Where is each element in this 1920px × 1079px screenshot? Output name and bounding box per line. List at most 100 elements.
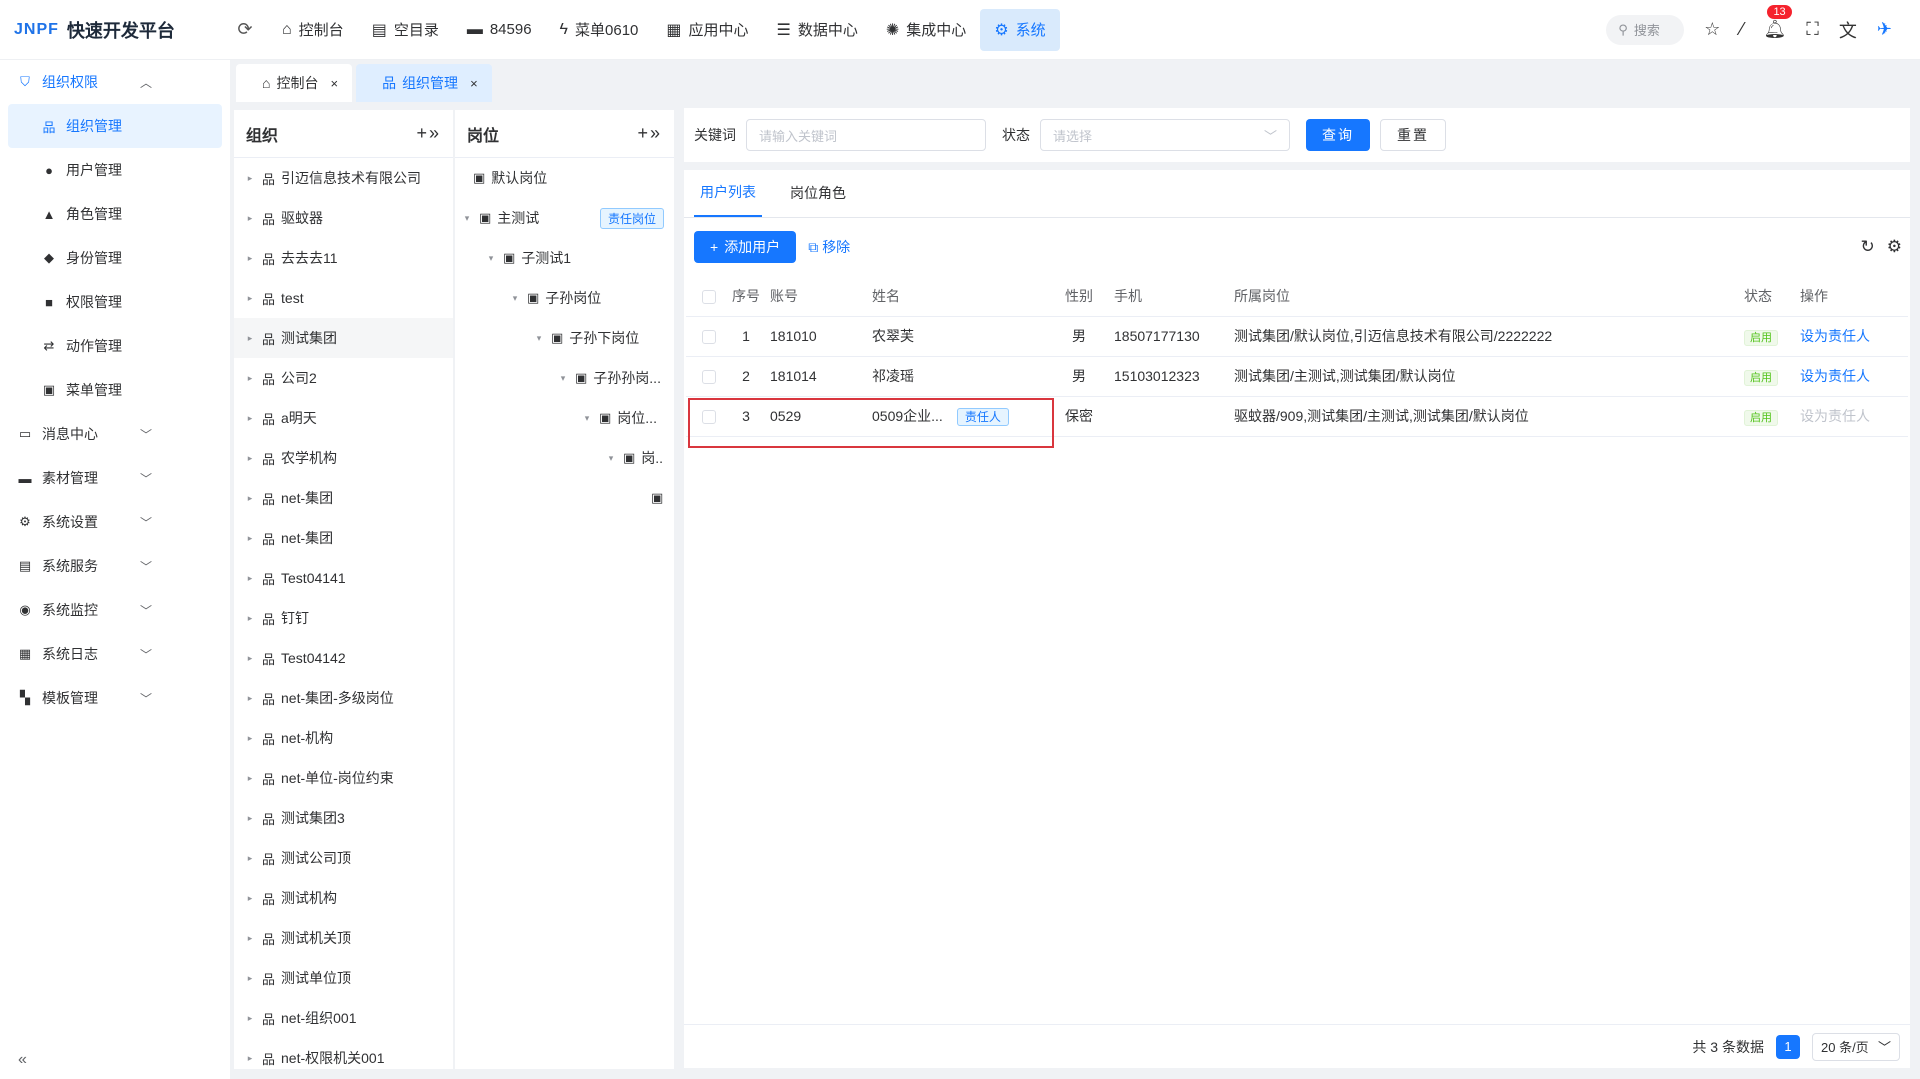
sidebar-item-action-manage[interactable]: ⇄ 动作管理 bbox=[0, 324, 230, 368]
org-tree-item[interactable]: ▸ 品钉钉 bbox=[234, 598, 453, 638]
org-tree-item[interactable]: ▸ 品公司2 bbox=[234, 358, 453, 398]
org-tree-item[interactable]: ▸ 品测试集团 bbox=[234, 318, 453, 358]
app-logo[interactable]: JNPF 快速开发平台 bbox=[0, 17, 230, 43]
sidebar-group-material[interactable]: ▬ 素材管理 ﹀ bbox=[0, 456, 230, 500]
org-tree-item[interactable]: ▸ 品农学机构 bbox=[234, 438, 453, 478]
caret-right-icon[interactable]: ▸ bbox=[244, 493, 256, 504]
row-checkbox[interactable] bbox=[702, 410, 716, 425]
page-tab-org-manage[interactable]: 品组织管理 × bbox=[356, 64, 492, 102]
caret-right-icon[interactable]: ▸ bbox=[244, 1053, 256, 1064]
sidebar-item-user-manage[interactable]: ● 用户管理 bbox=[0, 148, 230, 192]
avatar[interactable]: ✈ bbox=[1877, 19, 1892, 40]
caret-right-icon[interactable]: ▸ bbox=[244, 973, 256, 984]
expand-icon[interactable]: » bbox=[650, 123, 662, 143]
caret-right-icon[interactable]: ▸ bbox=[244, 413, 256, 424]
sidebar-item-permission-manage[interactable]: ■ 权限管理 bbox=[0, 280, 230, 324]
caret-right-icon[interactable]: ▸ bbox=[244, 653, 256, 664]
org-tree-item[interactable]: ▸ 品去去去11 bbox=[234, 238, 453, 278]
sidebar-group-system-service[interactable]: ▤ 系统服务 ﹀ bbox=[0, 544, 230, 588]
nav-item-84596[interactable]: ▬ 84596 bbox=[453, 9, 546, 51]
sidebar-item-org-manage[interactable]: 品组织管理 bbox=[8, 104, 222, 148]
org-tree-item[interactable]: ▸ 品测试单位顶 bbox=[234, 958, 453, 998]
sidebar-group-template[interactable]: ▚ 模板管理 ﹀ bbox=[0, 676, 230, 720]
nav-item-integration[interactable]: ✺ 集成中心 bbox=[872, 9, 980, 51]
caret-down-icon[interactable]: ▾ bbox=[581, 413, 593, 424]
sidebar-group-org-permission[interactable]: ⛉ 组织权限 ︿ bbox=[0, 60, 230, 104]
caret-right-icon[interactable]: ▸ bbox=[244, 933, 256, 944]
caret-right-icon[interactable]: ▸ bbox=[244, 893, 256, 904]
caret-down-icon[interactable]: ▾ bbox=[509, 293, 521, 304]
caret-right-icon[interactable]: ▸ bbox=[244, 373, 256, 384]
nav-item-console[interactable]: ⌂ 控制台 bbox=[268, 9, 358, 51]
org-tree-item[interactable]: ▸ 品 net-集团 bbox=[234, 518, 453, 558]
org-tree-item[interactable]: ▸ 品 net-单位-岗位约束 bbox=[234, 758, 453, 798]
collapse-sidebar-icon[interactable]: « bbox=[18, 1051, 27, 1069]
settings-icon[interactable]: ⚙ bbox=[1887, 237, 1902, 257]
bell-icon[interactable]: 🔔︎ 13 bbox=[1763, 5, 1792, 40]
caret-right-icon[interactable]: ▸ bbox=[244, 613, 256, 624]
caret-right-icon[interactable]: ▸ bbox=[244, 213, 256, 224]
expand-icon[interactable]: » bbox=[429, 123, 441, 143]
sidebar-group-system-log[interactable]: ▦ 系统日志 ﹀ bbox=[0, 632, 230, 676]
caret-right-icon[interactable]: ▸ bbox=[244, 813, 256, 824]
caret-right-icon[interactable]: ▸ bbox=[244, 453, 256, 464]
caret-down-icon[interactable]: ▾ bbox=[557, 373, 569, 384]
sidebar-group-system-settings[interactable]: ⚙ 系统设置 ﹀ bbox=[0, 500, 230, 544]
caret-right-icon[interactable]: ▸ bbox=[244, 733, 256, 744]
sidebar-item-menu-manage[interactable]: ▣ 菜单管理 bbox=[0, 368, 230, 412]
plus-icon[interactable]: + bbox=[416, 123, 429, 143]
org-tree-item[interactable]: ▸ 品测试公司顶 bbox=[234, 838, 453, 878]
org-tree-item[interactable]: ▸ 品 net-组织001 bbox=[234, 998, 453, 1038]
remove-button[interactable]: ⧉ 移除 bbox=[808, 237, 850, 257]
org-tree-item[interactable]: ▸ 品 Test04142 bbox=[234, 638, 453, 678]
refresh-icon[interactable]: ⟳ bbox=[230, 19, 260, 40]
org-tree-item[interactable]: ▸ 品测试集团3 bbox=[234, 798, 453, 838]
caret-right-icon[interactable]: ▸ bbox=[244, 773, 256, 784]
caret-right-icon[interactable]: ▸ bbox=[244, 1013, 256, 1024]
page-number-button[interactable]: 1 bbox=[1776, 1034, 1800, 1059]
position-tree-item[interactable]: ▣ bbox=[455, 478, 674, 518]
position-tree-item[interactable]: ▾ ▣ 主测试 责任岗位 bbox=[455, 198, 674, 238]
nav-item-data-center[interactable]: ☰ 数据中心 bbox=[763, 9, 872, 51]
sidebar-item-identity-manage[interactable]: ◆ 身份管理 bbox=[0, 236, 230, 280]
tab-user-list[interactable]: 用户列表 bbox=[694, 169, 762, 217]
plus-icon[interactable]: + bbox=[637, 123, 650, 143]
caret-down-icon[interactable]: ▾ bbox=[533, 333, 545, 344]
set-responsible-link[interactable]: 设为责任人 bbox=[1800, 328, 1870, 344]
add-user-button[interactable]: + 添加用户 bbox=[694, 231, 797, 263]
position-tree-item[interactable]: ▾ ▣ 子孙岗位 bbox=[455, 278, 674, 318]
caret-right-icon[interactable]: ▸ bbox=[244, 293, 256, 304]
caret-right-icon[interactable]: ▸ bbox=[244, 693, 256, 704]
sidebar-item-role-manage[interactable]: ▲ 角色管理 bbox=[0, 192, 230, 236]
org-tree-item[interactable]: ▸ 品测试机构 bbox=[234, 878, 453, 918]
caret-right-icon[interactable]: ▸ bbox=[244, 853, 256, 864]
position-tree-item[interactable]: ▾ ▣ 子孙下岗位 bbox=[455, 318, 674, 358]
close-icon[interactable]: × bbox=[470, 76, 478, 91]
star-icon[interactable]: ☆ bbox=[1704, 19, 1720, 40]
caret-right-icon[interactable]: ▸ bbox=[244, 173, 256, 184]
nav-item-system[interactable]: ⚙ 系统 bbox=[980, 8, 1060, 51]
query-button[interactable]: 查询 bbox=[1306, 119, 1370, 151]
fullscreen-icon[interactable]: ⛶ bbox=[1806, 19, 1819, 40]
position-tree-item[interactable]: ▾ ▣ 子测试1 bbox=[455, 238, 674, 278]
nav-item-app-center[interactable]: ▦ 应用中心 bbox=[652, 9, 762, 51]
position-tree-item[interactable]: ▾ ▣ 岗位... bbox=[455, 398, 674, 438]
org-tree-item[interactable]: ▸ 品 net-集团-多级岗位 bbox=[234, 678, 453, 718]
row-checkbox[interactable] bbox=[702, 370, 716, 385]
org-tree-item[interactable]: ▸ 品 net-权限机关001 bbox=[234, 1038, 453, 1069]
caret-right-icon[interactable]: ▸ bbox=[244, 533, 256, 544]
set-responsible-link[interactable]: 设为责任人 bbox=[1800, 368, 1870, 384]
reset-button[interactable]: 重置 bbox=[1380, 119, 1446, 151]
refresh-icon[interactable]: ↻ bbox=[1861, 237, 1875, 257]
sidebar-group-message[interactable]: ▭ 消息中心 ﹀ bbox=[0, 412, 230, 456]
row-checkbox[interactable] bbox=[702, 330, 716, 345]
caret-down-icon[interactable]: ▾ bbox=[605, 453, 617, 464]
caret-right-icon[interactable]: ▸ bbox=[244, 573, 256, 584]
page-tab-console[interactable]: ⌂ 控制台 × bbox=[236, 64, 353, 102]
page-size-select[interactable]: 20 条/页 ﹀ bbox=[1812, 1032, 1900, 1061]
org-tree-item[interactable]: ▸ 品引迈信息技术有限公司 bbox=[234, 158, 453, 198]
position-tree-item[interactable]: ▾ ▣ 子孙孙岗... bbox=[455, 358, 674, 398]
translate-icon[interactable]: 文 bbox=[1839, 17, 1857, 43]
org-tree-item[interactable]: ▸ 品 net-机构 bbox=[234, 718, 453, 758]
org-tree-item[interactable]: ▸ 品 a明天 bbox=[234, 398, 453, 438]
